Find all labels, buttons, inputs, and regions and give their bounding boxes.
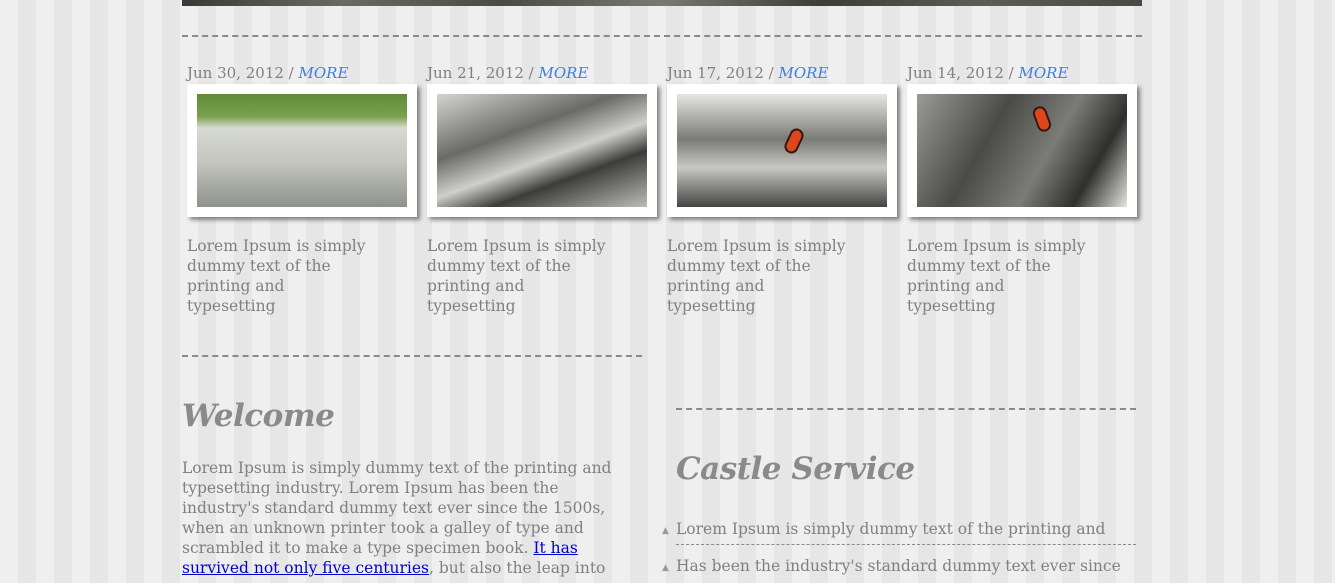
post-date: Jun 21, 2012 / MORE [427, 62, 662, 84]
divider [676, 408, 1136, 410]
bullet-icon: ▲ [662, 563, 669, 573]
post-date: Jun 14, 2012 / MORE [907, 62, 1142, 84]
more-link[interactable]: MORE [779, 64, 829, 82]
post-card: Jun 21, 2012 / MORE Lorem Ipsum is simpl… [427, 62, 662, 316]
post-thumbnail-frame[interactable] [667, 84, 897, 217]
bug-detail [782, 126, 806, 156]
bullet-icon: ▲ [662, 526, 669, 536]
divider [182, 35, 1142, 37]
post-date-text: Jun 14, 2012 / [907, 64, 1014, 82]
service-item-label: Has been the industry's standard dummy t… [676, 557, 1121, 575]
post-thumbnail-frame[interactable] [187, 84, 417, 217]
post-excerpt: Lorem Ipsum is simply dummy text of the … [427, 237, 606, 315]
post-thumbnail[interactable] [197, 94, 407, 207]
divider [182, 355, 642, 357]
post-date: Jun 17, 2012 / MORE [667, 62, 902, 84]
post-date-text: Jun 30, 2012 / [187, 64, 294, 82]
welcome-text: Lorem Ipsum is simply dummy text of the … [182, 458, 632, 578]
post-card: Jun 17, 2012 / MORE Lorem Ipsum is simpl… [667, 62, 902, 316]
post-excerpt: Lorem Ipsum is simply dummy text of the … [667, 237, 846, 315]
top-banner-image [182, 0, 1142, 6]
bug-detail [1030, 104, 1054, 134]
service-list-item[interactable]: ▲ Lorem Ipsum is simply dummy text of th… [662, 520, 1136, 545]
post-date-text: Jun 17, 2012 / [667, 64, 774, 82]
post-excerpt: Lorem Ipsum is simply dummy text of the … [187, 237, 366, 315]
welcome-text-tail: , but also the leap into [429, 559, 606, 577]
post-excerpt: Lorem Ipsum is simply dummy text of the … [907, 237, 1086, 315]
post-thumbnail-frame[interactable] [907, 84, 1137, 217]
more-link[interactable]: MORE [299, 64, 349, 82]
post-date: Jun 30, 2012 / MORE [187, 62, 422, 84]
post-thumbnail[interactable] [917, 94, 1127, 207]
post-card: Jun 14, 2012 / MORE Lorem Ipsum is simpl… [907, 62, 1142, 316]
post-thumbnail[interactable] [437, 94, 647, 207]
post-card: Jun 30, 2012 / MORE Lorem Ipsum is simpl… [187, 62, 422, 316]
post-date-text: Jun 21, 2012 / [427, 64, 534, 82]
post-thumbnail[interactable] [677, 94, 887, 207]
post-thumbnail-frame[interactable] [427, 84, 657, 217]
more-link[interactable]: MORE [539, 64, 589, 82]
service-list-item[interactable]: ▲ Has been the industry's standard dummy… [662, 557, 1136, 581]
service-heading: Castle Service [676, 451, 915, 487]
more-link[interactable]: MORE [1019, 64, 1069, 82]
service-item-label: Lorem Ipsum is simply dummy text of the … [676, 520, 1106, 538]
welcome-heading: Welcome [182, 398, 335, 434]
